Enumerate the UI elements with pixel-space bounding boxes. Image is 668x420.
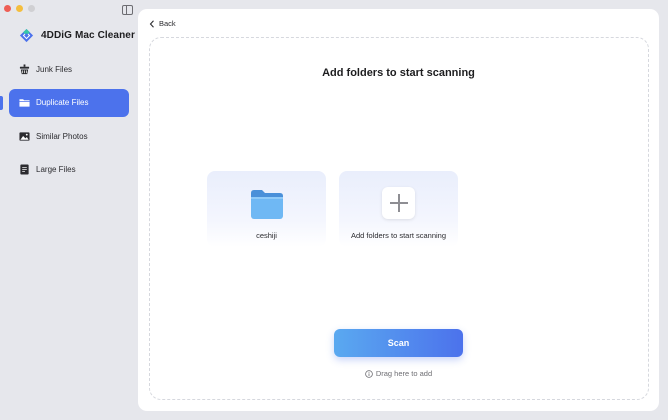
folder-card-label: ceshiji xyxy=(256,231,277,240)
back-button[interactable]: Back xyxy=(149,19,176,28)
sidebar-item-similar-photos[interactable]: Similar Photos xyxy=(9,122,129,150)
active-nav-indicator xyxy=(0,96,3,110)
info-icon xyxy=(365,369,373,378)
photo-icon xyxy=(19,131,30,142)
sidebar-item-large-files[interactable]: Large Files xyxy=(9,156,129,184)
scan-button[interactable]: Scan xyxy=(334,329,463,357)
sidebar-item-label: Junk Files xyxy=(36,64,73,74)
sidebar-item-label: Large Files xyxy=(36,165,76,174)
page-title: Add folders to start scanning xyxy=(322,67,475,79)
sidebar-item-junk-files[interactable]: Junk Files xyxy=(9,55,129,83)
add-folder-label: Add folders to start scanning xyxy=(350,231,447,240)
file-icon xyxy=(19,164,30,175)
sidebar-item-label: Duplicate Files xyxy=(36,98,89,107)
sidebar-item-duplicate-files[interactable]: Duplicate Files xyxy=(9,88,129,117)
app-brand: 4DDiG Mac Cleaner xyxy=(19,28,135,43)
app-name: 4DDiG Mac Cleaner xyxy=(41,30,135,41)
add-folder-card[interactable]: Add folders to start scanning xyxy=(339,171,458,247)
back-label: Back xyxy=(159,19,176,28)
chevron-left-icon xyxy=(149,19,154,28)
window-controls xyxy=(4,5,35,12)
toggle-sidebar-icon[interactable] xyxy=(122,5,133,15)
folder-icon xyxy=(19,97,30,108)
close-window-button[interactable] xyxy=(4,5,11,12)
drag-hint: Drag here to add xyxy=(138,369,659,378)
drag-hint-text: Drag here to add xyxy=(375,369,433,378)
sidebar-nav: Junk Files Duplicate Files Similar Photo… xyxy=(9,55,129,189)
minimize-window-button[interactable] xyxy=(16,5,23,12)
sidebar-item-label: Similar Photos xyxy=(36,131,88,141)
folder-card-ceshiji[interactable]: ceshiji xyxy=(207,171,326,247)
zoom-window-button[interactable] xyxy=(28,5,35,12)
plus-icon xyxy=(389,194,408,212)
folder-icon xyxy=(251,190,283,219)
main-panel: Back Add folders to start scanning ceshi… xyxy=(138,9,659,411)
add-folder-button[interactable] xyxy=(382,187,415,219)
app-logo-icon xyxy=(19,28,34,43)
broom-icon xyxy=(19,63,30,75)
